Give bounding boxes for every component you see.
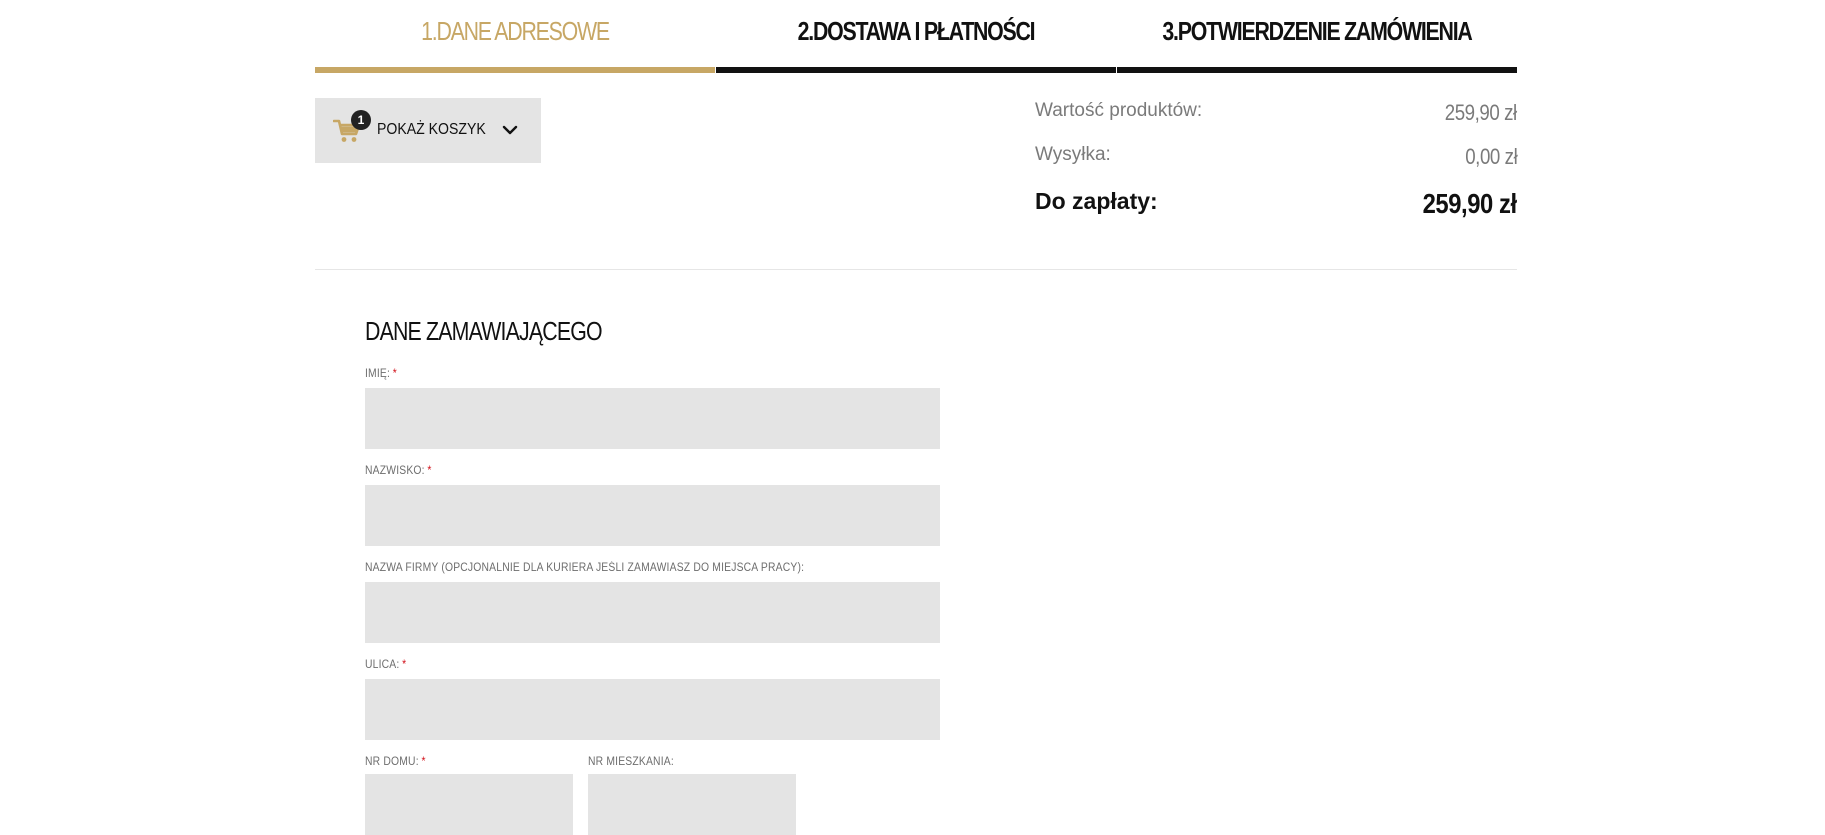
apartment-number-label-text: NR MIESZKANIA: [588,756,674,768]
step-confirmation-bar [1117,67,1517,73]
step-confirmation[interactable]: 3.POTWIERDZENIE ZAMÓWIENIA [1117,0,1517,74]
summary-shipping-label: Wysyłka: [1035,144,1111,165]
checkout-steps: 1.DANE ADRESOWE 2.DOSTAWA I PŁATNOŚCI 3.… [315,0,1517,74]
step-delivery-payment-bar [716,67,1116,73]
first-name-label-text: IMIĘ: [365,368,391,380]
step-address-label: 1.DANE ADRESOWE [421,16,610,46]
last-name-field[interactable] [365,485,940,546]
order-summary: Wartość produktów: 259,90 zł Wysyłka: 0,… [1035,100,1517,232]
summary-products-row: Wartość produktów: 259,90 zł [1035,100,1517,144]
required-mark: * [421,756,426,768]
summary-products-value: 259,90 zł [1444,100,1518,125]
summary-total-label: Do zapłaty: [1035,188,1158,214]
summary-shipping-value: 0,00 zł [1464,144,1518,169]
summary-total-value: 259,90 zł [1422,188,1518,219]
section-divider [315,269,1517,270]
last-name-label: NAZWISKO: * [365,465,432,477]
street-label: ULICA: * [365,659,406,671]
step-delivery-payment[interactable]: 2.DOSTAWA I PŁATNOŚCI [716,0,1116,74]
step-address-bar [315,67,715,73]
house-number-label-text: NR DOMU: [365,756,419,768]
first-name-field[interactable] [365,388,940,449]
last-name-label-text: NAZWISKO: [365,465,425,477]
company-label-text: NAZWA FIRMY (OPCJONALNIE DLA KURIERA JEŚ… [365,562,805,574]
summary-total-row: Do zapłaty: 259,90 zł [1035,188,1517,232]
house-number-field[interactable] [365,774,573,835]
required-mark: * [392,368,397,380]
summary-shipping-row: Wysyłka: 0,00 zł [1035,144,1517,188]
step-confirmation-label: 3.POTWIERDZENIE ZAMÓWIENIA [1162,16,1472,46]
street-field[interactable] [365,679,940,740]
required-mark: * [402,659,407,671]
first-name-label: IMIĘ: * [365,368,397,380]
required-mark: * [427,465,432,477]
apartment-number-label: NR MIESZKANIA: [588,756,674,768]
show-cart-button[interactable]: 1 POKAŻ KOSZYK [315,98,541,163]
apartment-number-field[interactable] [588,774,796,835]
step-address[interactable]: 1.DANE ADRESOWE [315,0,715,74]
street-label-text: ULICA: [365,659,400,671]
company-field[interactable] [365,582,940,643]
cart-count-badge: 1 [351,110,371,130]
orderer-section-title: DANE ZAMAWIAJĄCEGO [365,316,603,346]
chevron-down-icon [502,125,518,135]
company-label: NAZWA FIRMY (OPCJONALNIE DLA KURIERA JEŚ… [365,562,804,574]
summary-products-label: Wartość produktów: [1035,100,1203,121]
show-cart-label: POKAŻ KOSZYK [377,121,486,138]
step-delivery-payment-label: 2.DOSTAWA I PŁATNOŚCI [797,16,1036,46]
house-number-label: NR DOMU: * [365,756,426,768]
